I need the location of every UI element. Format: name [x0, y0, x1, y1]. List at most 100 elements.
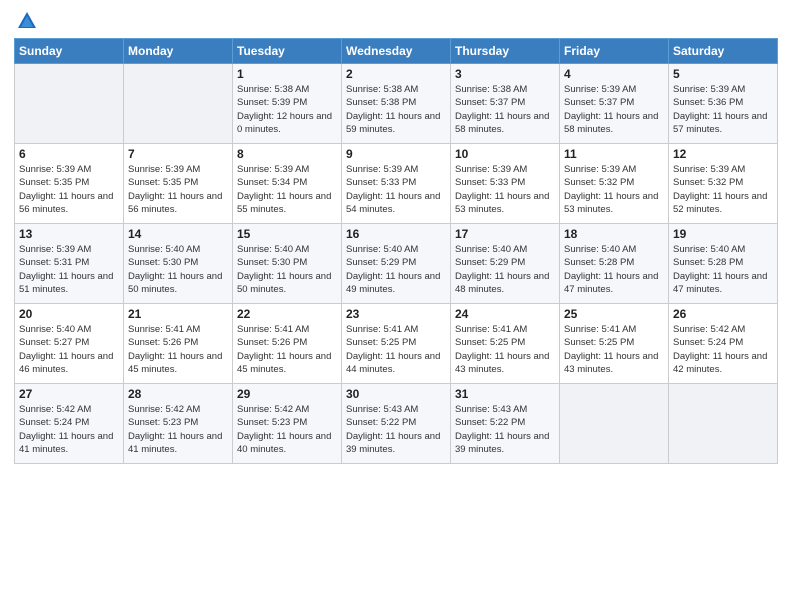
calendar-cell — [669, 384, 778, 464]
day-number: 16 — [346, 227, 446, 241]
day-info: Sunrise: 5:40 AMSunset: 5:28 PMDaylight:… — [564, 243, 664, 296]
day-number: 29 — [237, 387, 337, 401]
calendar-cell: 2 Sunrise: 5:38 AMSunset: 5:38 PMDaylight… — [342, 64, 451, 144]
day-info: Sunrise: 5:39 AMSunset: 5:35 PMDaylight:… — [128, 163, 228, 216]
day-info: Sunrise: 5:41 AMSunset: 5:25 PMDaylight:… — [564, 323, 664, 376]
calendar-cell: 26 Sunrise: 5:42 AMSunset: 5:24 PMDayligh… — [669, 304, 778, 384]
day-number: 8 — [237, 147, 337, 161]
calendar-cell — [124, 64, 233, 144]
calendar-cell: 21 Sunrise: 5:41 AMSunset: 5:26 PMDayligh… — [124, 304, 233, 384]
page-header — [14, 10, 778, 32]
day-number: 31 — [455, 387, 555, 401]
day-number: 23 — [346, 307, 446, 321]
day-info: Sunrise: 5:41 AMSunset: 5:25 PMDaylight:… — [346, 323, 446, 376]
day-info: Sunrise: 5:38 AMSunset: 5:37 PMDaylight:… — [455, 83, 555, 136]
calendar-cell: 10 Sunrise: 5:39 AMSunset: 5:33 PMDayligh… — [451, 144, 560, 224]
calendar-body: 1 Sunrise: 5:38 AMSunset: 5:39 PMDaylight… — [15, 64, 778, 464]
weekday-friday: Friday — [560, 39, 669, 64]
day-info: Sunrise: 5:40 AMSunset: 5:28 PMDaylight:… — [673, 243, 773, 296]
calendar-cell: 5 Sunrise: 5:39 AMSunset: 5:36 PMDaylight… — [669, 64, 778, 144]
weekday-monday: Monday — [124, 39, 233, 64]
weekday-tuesday: Tuesday — [233, 39, 342, 64]
week-row-3: 13 Sunrise: 5:39 AMSunset: 5:31 PMDayligh… — [15, 224, 778, 304]
day-info: Sunrise: 5:41 AMSunset: 5:25 PMDaylight:… — [455, 323, 555, 376]
calendar-cell: 1 Sunrise: 5:38 AMSunset: 5:39 PMDaylight… — [233, 64, 342, 144]
day-number: 21 — [128, 307, 228, 321]
logo-area — [14, 10, 38, 32]
day-info: Sunrise: 5:42 AMSunset: 5:24 PMDaylight:… — [673, 323, 773, 376]
week-row-4: 20 Sunrise: 5:40 AMSunset: 5:27 PMDayligh… — [15, 304, 778, 384]
day-info: Sunrise: 5:40 AMSunset: 5:27 PMDaylight:… — [19, 323, 119, 376]
day-info: Sunrise: 5:42 AMSunset: 5:23 PMDaylight:… — [128, 403, 228, 456]
calendar-cell: 17Sunrise: 5:40 AMSunset: 5:29 PMDayligh… — [451, 224, 560, 304]
day-number: 20 — [19, 307, 119, 321]
day-info: Sunrise: 5:40 AMSunset: 5:30 PMDaylight:… — [128, 243, 228, 296]
day-number: 6 — [19, 147, 119, 161]
calendar-cell: 25Sunrise: 5:41 AMSunset: 5:25 PMDayligh… — [560, 304, 669, 384]
day-info: Sunrise: 5:38 AMSunset: 5:39 PMDaylight:… — [237, 83, 337, 136]
calendar-cell: 22Sunrise: 5:41 AMSunset: 5:26 PMDayligh… — [233, 304, 342, 384]
day-info: Sunrise: 5:43 AMSunset: 5:22 PMDaylight:… — [455, 403, 555, 456]
calendar-cell: 11 Sunrise: 5:39 AMSunset: 5:32 PMDayligh… — [560, 144, 669, 224]
logo — [14, 10, 38, 32]
day-number: 1 — [237, 67, 337, 81]
day-number: 9 — [346, 147, 446, 161]
calendar-cell — [15, 64, 124, 144]
day-info: Sunrise: 5:39 AMSunset: 5:34 PMDaylight:… — [237, 163, 337, 216]
day-info: Sunrise: 5:40 AMSunset: 5:29 PMDaylight:… — [346, 243, 446, 296]
calendar-cell: 14 Sunrise: 5:40 AMSunset: 5:30 PMDayligh… — [124, 224, 233, 304]
calendar-header: SundayMondayTuesdayWednesdayThursdayFrid… — [15, 39, 778, 64]
day-number: 13 — [19, 227, 119, 241]
calendar-cell: 8 Sunrise: 5:39 AMSunset: 5:34 PMDaylight… — [233, 144, 342, 224]
day-info: Sunrise: 5:39 AMSunset: 5:36 PMDaylight:… — [673, 83, 773, 136]
day-number: 18 — [564, 227, 664, 241]
day-number: 12 — [673, 147, 773, 161]
weekday-saturday: Saturday — [669, 39, 778, 64]
day-number: 10 — [455, 147, 555, 161]
day-number: 24 — [455, 307, 555, 321]
day-number: 19 — [673, 227, 773, 241]
day-number: 22 — [237, 307, 337, 321]
week-row-5: 27 Sunrise: 5:42 AMSunset: 5:24 PMDayligh… — [15, 384, 778, 464]
calendar-cell: 23 Sunrise: 5:41 AMSunset: 5:25 PMDayligh… — [342, 304, 451, 384]
week-row-2: 6 Sunrise: 5:39 AMSunset: 5:35 PMDaylight… — [15, 144, 778, 224]
day-number: 15 — [237, 227, 337, 241]
weekday-wednesday: Wednesday — [342, 39, 451, 64]
logo-icon — [16, 10, 38, 32]
day-number: 26 — [673, 307, 773, 321]
calendar-cell: 28Sunrise: 5:42 AMSunset: 5:23 PMDayligh… — [124, 384, 233, 464]
day-number: 27 — [19, 387, 119, 401]
day-number: 30 — [346, 387, 446, 401]
day-number: 14 — [128, 227, 228, 241]
day-info: Sunrise: 5:42 AMSunset: 5:23 PMDaylight:… — [237, 403, 337, 456]
day-info: Sunrise: 5:42 AMSunset: 5:24 PMDaylight:… — [19, 403, 119, 456]
calendar-table: SundayMondayTuesdayWednesdayThursdayFrid… — [14, 38, 778, 464]
weekday-header-row: SundayMondayTuesdayWednesdayThursdayFrid… — [15, 39, 778, 64]
day-info: Sunrise: 5:41 AMSunset: 5:26 PMDaylight:… — [128, 323, 228, 376]
calendar-cell: 20 Sunrise: 5:40 AMSunset: 5:27 PMDayligh… — [15, 304, 124, 384]
day-number: 2 — [346, 67, 446, 81]
day-info: Sunrise: 5:40 AMSunset: 5:30 PMDaylight:… — [237, 243, 337, 296]
day-info: Sunrise: 5:39 AMSunset: 5:35 PMDaylight:… — [19, 163, 119, 216]
calendar-cell: 13 Sunrise: 5:39 AMSunset: 5:31 PMDayligh… — [15, 224, 124, 304]
day-info: Sunrise: 5:39 AMSunset: 5:33 PMDaylight:… — [346, 163, 446, 216]
day-info: Sunrise: 5:39 AMSunset: 5:32 PMDaylight:… — [564, 163, 664, 216]
calendar-cell: 7 Sunrise: 5:39 AMSunset: 5:35 PMDaylight… — [124, 144, 233, 224]
calendar-cell: 16 Sunrise: 5:40 AMSunset: 5:29 PMDayligh… — [342, 224, 451, 304]
day-info: Sunrise: 5:39 AMSunset: 5:31 PMDaylight:… — [19, 243, 119, 296]
day-number: 11 — [564, 147, 664, 161]
calendar-cell: 19 Sunrise: 5:40 AMSunset: 5:28 PMDayligh… — [669, 224, 778, 304]
calendar-cell — [560, 384, 669, 464]
weekday-thursday: Thursday — [451, 39, 560, 64]
day-number: 5 — [673, 67, 773, 81]
day-info: Sunrise: 5:38 AMSunset: 5:38 PMDaylight:… — [346, 83, 446, 136]
day-info: Sunrise: 5:39 AMSunset: 5:33 PMDaylight:… — [455, 163, 555, 216]
calendar-cell: 18 Sunrise: 5:40 AMSunset: 5:28 PMDayligh… — [560, 224, 669, 304]
day-number: 7 — [128, 147, 228, 161]
calendar-cell: 30Sunrise: 5:43 AMSunset: 5:22 PMDayligh… — [342, 384, 451, 464]
day-info: Sunrise: 5:39 AMSunset: 5:32 PMDaylight:… — [673, 163, 773, 216]
calendar-cell: 29 Sunrise: 5:42 AMSunset: 5:23 PMDayligh… — [233, 384, 342, 464]
weekday-sunday: Sunday — [15, 39, 124, 64]
calendar-cell: 6 Sunrise: 5:39 AMSunset: 5:35 PMDaylight… — [15, 144, 124, 224]
calendar-cell: 27 Sunrise: 5:42 AMSunset: 5:24 PMDayligh… — [15, 384, 124, 464]
